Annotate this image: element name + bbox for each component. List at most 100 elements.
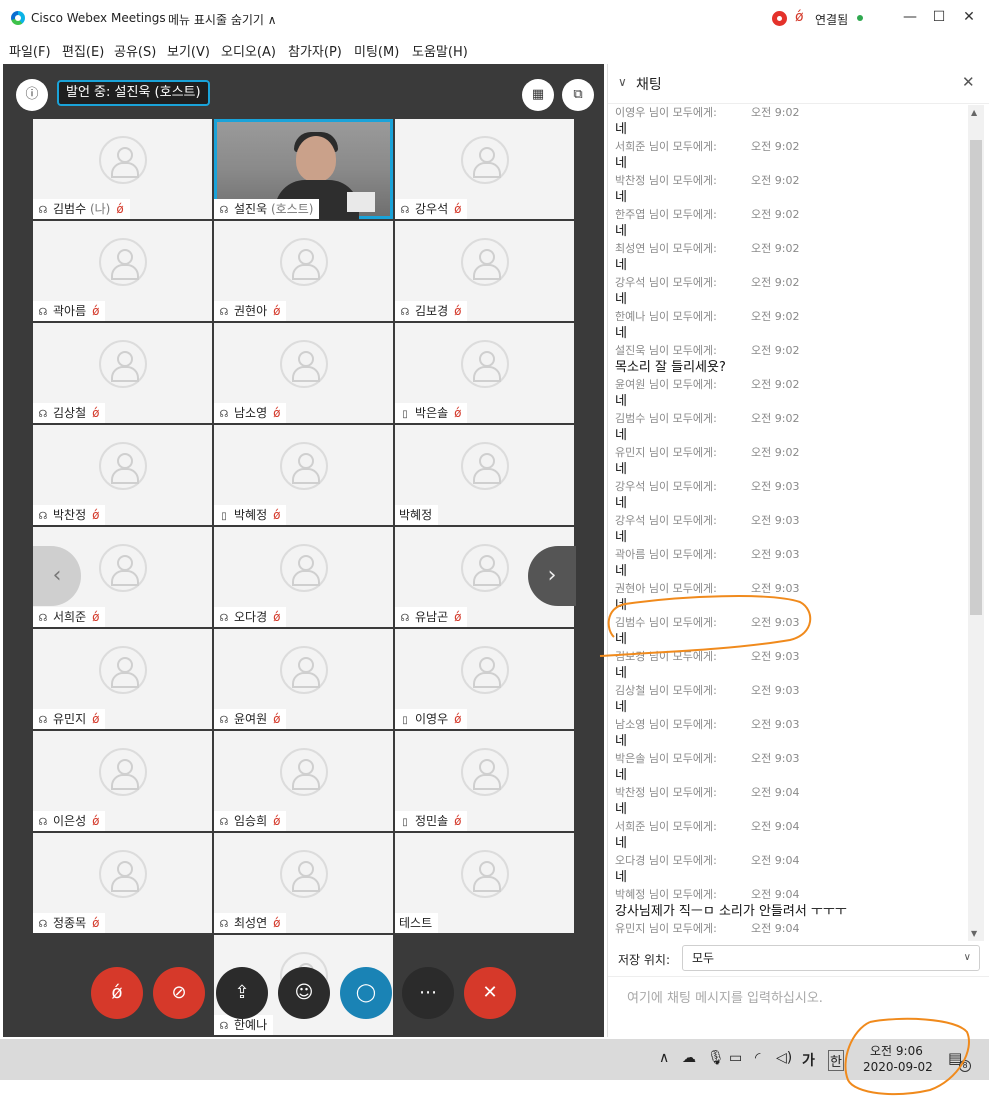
- chat-log[interactable]: 이영우 님이 모두에게: 오전 9:02 네 서희준 님이 모두에게: 오전 9:02 네…: [608, 105, 968, 941]
- collapse-chevron-icon[interactable]: ∨: [618, 75, 627, 89]
- participant-tile[interactable]: ▯ 정민솔 ǿ: [395, 731, 574, 831]
- minimize-button[interactable]: —: [898, 6, 922, 28]
- participant-name: 윤여원: [234, 712, 268, 726]
- ime-hangul-indicator[interactable]: 한: [828, 1050, 844, 1071]
- menu-file[interactable]: 파일(F): [9, 41, 51, 60]
- chat-scrollbar[interactable]: ▲ ▼: [968, 105, 984, 941]
- participant-name: 이은성: [53, 814, 87, 828]
- recipient-select-value: 모두: [692, 951, 715, 965]
- avatar-placeholder-icon: [280, 544, 328, 592]
- participant-tile[interactable]: ☊ 설진욱 (호스트): [214, 119, 393, 220]
- participant-label: ☊ 박찬정 ǿ: [33, 505, 106, 525]
- ime-mode-indicator[interactable]: 가: [802, 1050, 815, 1070]
- participant-tile[interactable]: ☊ 박찬정 ǿ: [33, 425, 212, 525]
- participant-tile[interactable]: ☊ 오다경 ǿ: [214, 527, 393, 627]
- participant-name: 남소영: [234, 406, 268, 420]
- mute-button[interactable]: ǿ: [91, 967, 143, 1019]
- stop-video-button[interactable]: ⊘: [153, 967, 205, 1019]
- participant-tile[interactable]: ☊ 유민지 ǿ: [33, 629, 212, 729]
- headset-icon: ☊: [400, 613, 410, 624]
- chat-message-meta: 박찬정 님이 모두에게: 오전 9:02: [615, 173, 965, 189]
- menu-view[interactable]: 보기(V): [167, 41, 210, 60]
- menu-participants[interactable]: 참가자(P): [288, 41, 342, 60]
- share-button[interactable]: ⇪: [216, 967, 268, 1019]
- participant-tile[interactable]: ☊ 윤여원 ǿ: [214, 629, 393, 729]
- avatar-placeholder-icon: [99, 136, 147, 184]
- chat-message-meta: 강우석 님이 모두에게: 오전 9:03: [615, 479, 965, 495]
- participants-button[interactable]: ☺: [278, 967, 330, 1019]
- participant-tile[interactable]: ☊ 김보경 ǿ: [395, 221, 574, 321]
- chat-input[interactable]: 여기에 채팅 메시지를 입력하십시오.: [608, 976, 989, 1036]
- participant-tile[interactable]: ☊ 이은성 ǿ: [33, 731, 212, 831]
- avatar-placeholder-icon: [99, 850, 147, 898]
- chat-message-text: 네: [615, 836, 627, 851]
- speaker-volume-icon[interactable]: ◁): [776, 1050, 792, 1066]
- maximize-button[interactable]: ☐: [927, 6, 951, 28]
- participant-name: 박혜정: [399, 508, 433, 522]
- participant-tile[interactable]: ☊ 권현아 ǿ: [214, 221, 393, 321]
- chat-timestamp: 오전 9:03: [751, 548, 800, 561]
- mic-muted-icon: ǿ: [454, 304, 462, 318]
- participant-tile[interactable]: ☊ 강우석 ǿ: [395, 119, 574, 219]
- menu-edit[interactable]: 편집(E): [62, 41, 104, 60]
- close-chat-icon[interactable]: ✕: [962, 73, 975, 91]
- scroll-down-icon[interactable]: ▼: [971, 929, 977, 938]
- participant-tile[interactable]: ▯ 박은솔 ǿ: [395, 323, 574, 423]
- headset-icon: ☊: [38, 613, 48, 624]
- leave-meeting-button[interactable]: ✕: [464, 967, 516, 1019]
- close-window-button[interactable]: ✕: [957, 6, 981, 28]
- participant-name: 최성연: [234, 916, 268, 930]
- tray-chevron-up-icon[interactable]: ∧: [659, 1050, 669, 1066]
- menu-help[interactable]: 도움말(H): [412, 41, 468, 60]
- battery-icon[interactable]: ▭: [729, 1050, 742, 1066]
- participant-tile[interactable]: ☊ 곽아름 ǿ: [33, 221, 212, 321]
- clock-date[interactable]: 2020-09-02: [863, 1060, 933, 1074]
- participant-tile[interactable]: ☊ 정종목 ǿ: [33, 833, 212, 933]
- recording-icon[interactable]: [772, 11, 787, 26]
- participant-tile[interactable]: ☊ 김상철 ǿ: [33, 323, 212, 423]
- participant-tile[interactable]: ☊ 임승희 ǿ: [214, 731, 393, 831]
- mic-muted-icon[interactable]: ǿ: [795, 9, 804, 25]
- scroll-up-icon[interactable]: ▲: [971, 108, 977, 117]
- grid-layout-button[interactable]: ▦: [522, 79, 554, 111]
- participant-tile[interactable]: ☊ 남소영 ǿ: [214, 323, 393, 423]
- avatar-placeholder-icon: [461, 340, 509, 388]
- participant-name: 박찬정: [53, 508, 87, 522]
- more-options-button[interactable]: ⋯: [402, 967, 454, 1019]
- participant-role: (나): [86, 202, 111, 216]
- participant-tile[interactable]: 테스트: [395, 833, 574, 933]
- menu-meeting[interactable]: 미팅(M): [354, 41, 399, 60]
- menu-share[interactable]: 공유(S): [114, 41, 156, 60]
- chat-message: 서희준 님이 모두에게: 오전 9:02 네: [615, 139, 965, 173]
- chat-message-text: 네: [615, 258, 627, 273]
- mic-muted-icon: ǿ: [116, 202, 124, 216]
- participant-tile[interactable]: ☊ 김범수 (나) ǿ: [33, 119, 212, 219]
- avatar-placeholder-icon: [99, 238, 147, 286]
- popout-button[interactable]: ⧉: [562, 79, 594, 111]
- chat-message-meta: 유민지 님이 모두에게: 오전 9:02: [615, 445, 965, 461]
- participant-tile[interactable]: ▯ 이영우 ǿ: [395, 629, 574, 729]
- menu-audio[interactable]: 오디오(A): [221, 41, 276, 60]
- chat-message-text: 네: [615, 292, 627, 307]
- chat-message: 곽아름 님이 모두에게: 오전 9:03 네: [615, 547, 965, 581]
- wifi-icon[interactable]: ◜: [755, 1050, 760, 1066]
- meeting-info-button[interactable]: ⓘ: [16, 79, 48, 111]
- participant-name: 곽아름: [53, 304, 87, 318]
- chat-sender: 김상철 님이 모두에게:: [615, 684, 717, 697]
- chat-button[interactable]: ◯: [340, 967, 392, 1019]
- scrollbar-thumb[interactable]: [970, 140, 982, 615]
- participant-tile[interactable]: ▯ 박혜정 ǿ: [214, 425, 393, 525]
- participant-tile[interactable]: ☊ 최성연 ǿ: [214, 833, 393, 933]
- recipient-select[interactable]: 모두 ∨: [682, 945, 980, 971]
- chat-message: 오다경 님이 모두에게: 오전 9:04 네: [615, 853, 965, 887]
- participant-tile[interactable]: 박혜정: [395, 425, 574, 525]
- avatar-placeholder-icon: [461, 136, 509, 184]
- hide-menu-bar-toggle[interactable]: 메뉴 표시줄 숨기기 ∧: [168, 11, 277, 28]
- chat-timestamp: 오전 9:02: [751, 412, 800, 425]
- clock-time[interactable]: 오전 9:06: [870, 1042, 923, 1059]
- chat-sender: 이영우 님이 모두에게:: [615, 106, 717, 119]
- chat-message-meta: 서희준 님이 모두에게: 오전 9:04: [615, 819, 965, 835]
- onedrive-cloud-icon[interactable]: ☁: [682, 1050, 696, 1066]
- microphone-icon[interactable]: 🎙: [707, 1050, 725, 1066]
- chat-message-meta: 이영우 님이 모두에게: 오전 9:02: [615, 105, 965, 121]
